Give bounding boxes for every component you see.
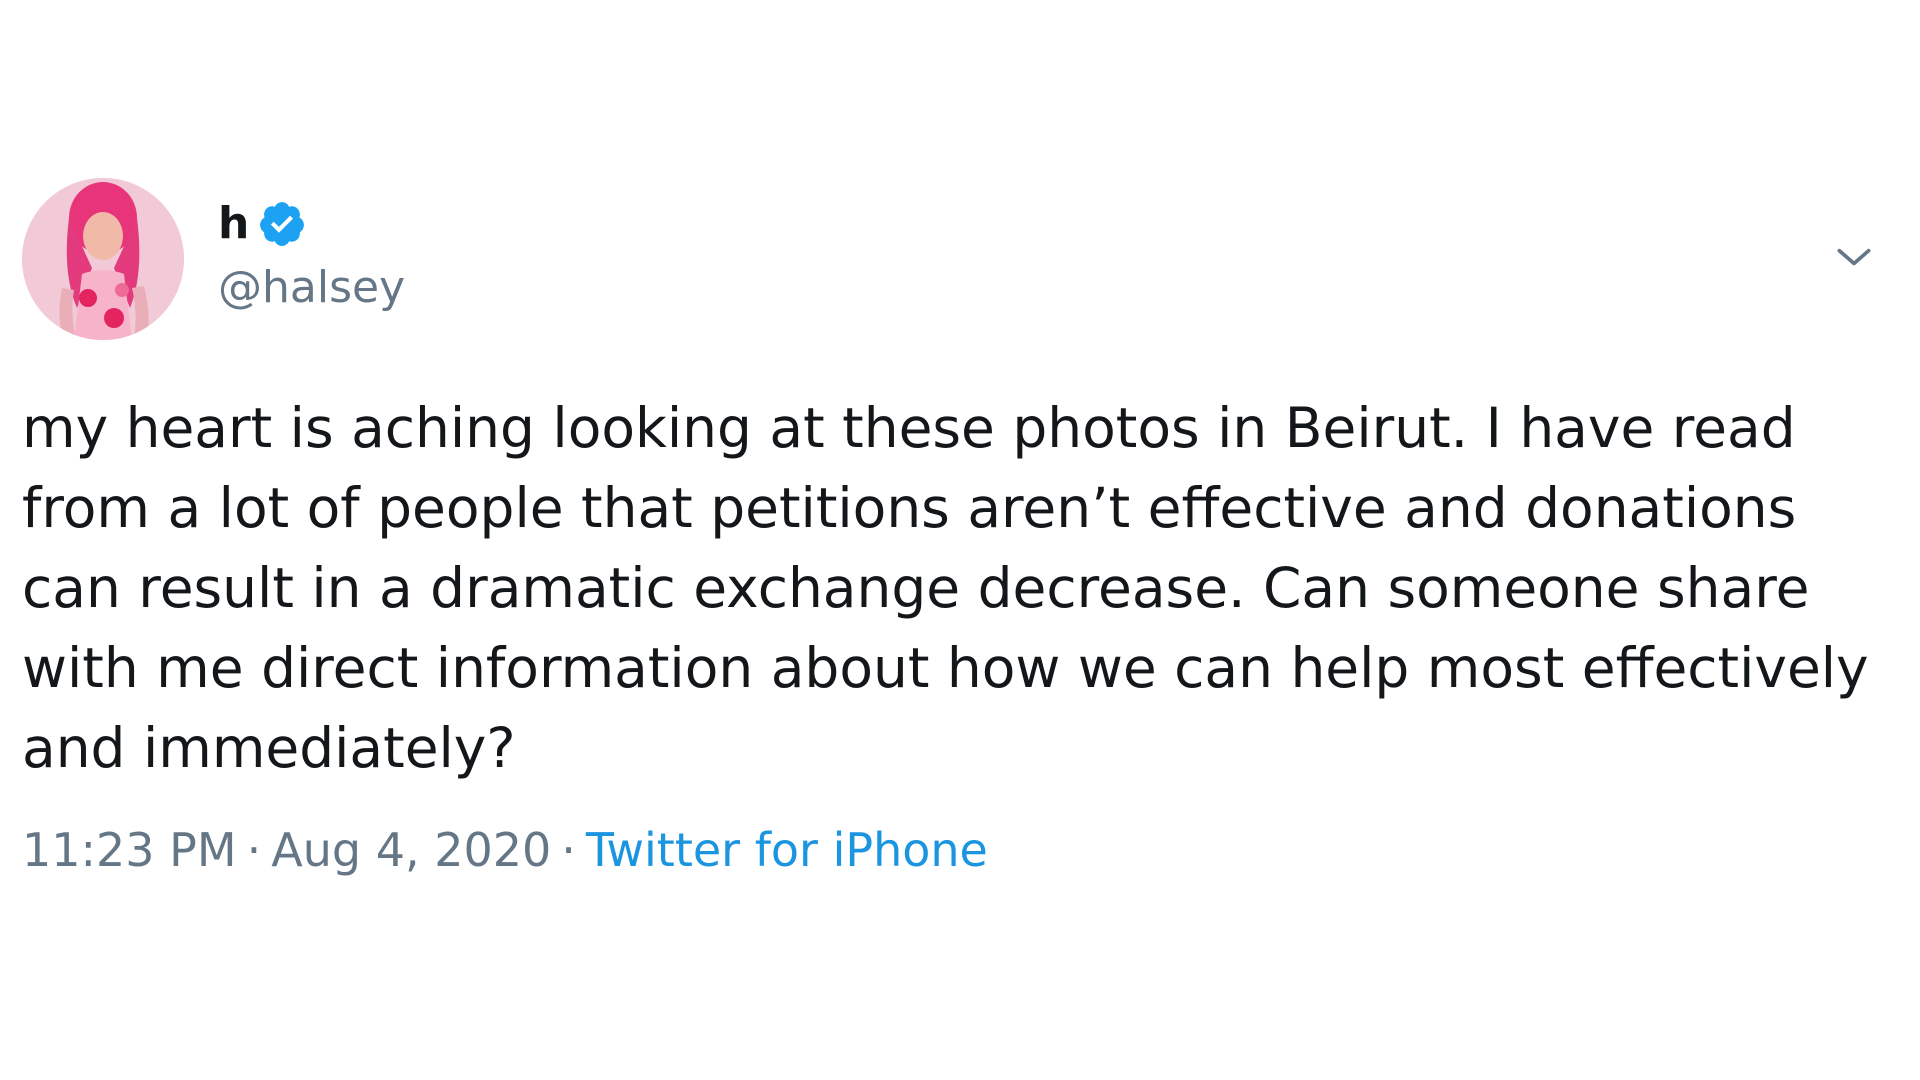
- meta-separator: ·: [561, 823, 576, 877]
- user-handle[interactable]: @halsey: [218, 258, 405, 318]
- user-identity: h @halsey: [218, 196, 405, 318]
- tweet-date[interactable]: Aug 4, 2020: [271, 823, 551, 877]
- tweet-time[interactable]: 11:23 PM: [22, 823, 237, 877]
- tweet-meta: 11:23 PM · Aug 4, 2020 · Twitter for iPhone: [22, 820, 1898, 880]
- meta-separator: ·: [246, 823, 262, 877]
- chevron-down-icon[interactable]: [1832, 236, 1876, 280]
- verified-badge-icon: [260, 202, 305, 246]
- avatar-image: [22, 178, 184, 340]
- tweet-card: h @halsey my heart is aching looking at …: [22, 178, 1898, 880]
- tweet-source-link[interactable]: Twitter for iPhone: [586, 823, 988, 877]
- name-row: h: [218, 196, 405, 252]
- tweet-text: my heart is aching looking at these phot…: [22, 396, 1869, 780]
- avatar[interactable]: [22, 178, 184, 340]
- tweet-header: h @halsey: [22, 178, 1898, 344]
- display-name[interactable]: h: [218, 196, 249, 252]
- tweet-page: h @halsey my heart is aching looking at …: [0, 0, 1920, 1080]
